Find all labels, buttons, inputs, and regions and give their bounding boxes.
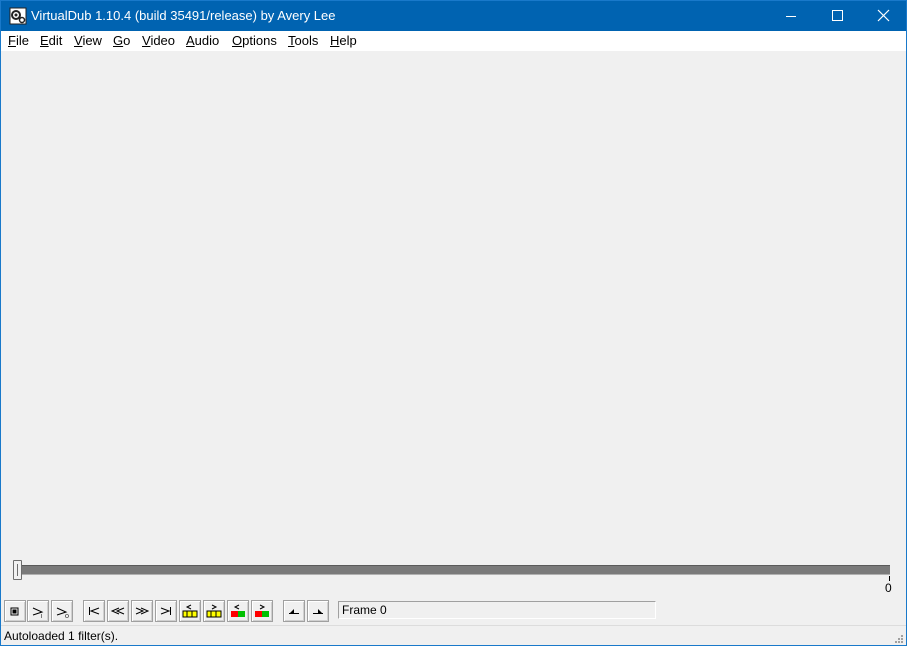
mark-out-button[interactable] [307, 600, 329, 622]
play-input-icon: I [32, 607, 44, 619]
menu-tools[interactable]: Tools [288, 33, 318, 48]
next-keyframe-icon [206, 604, 222, 618]
play-output-button[interactable]: O [51, 600, 73, 622]
menu-video[interactable]: Video [142, 33, 175, 48]
previous-keyframe-icon [182, 604, 198, 618]
svg-text:O: O [65, 614, 69, 619]
maximize-button[interactable] [814, 1, 860, 31]
resize-grip-icon[interactable] [894, 634, 904, 644]
previous-scene-icon [231, 604, 245, 617]
menu-file[interactable]: File [8, 33, 29, 48]
stop-button[interactable] [4, 600, 26, 622]
svg-text:I: I [41, 614, 42, 619]
timeline-position-label: 0 [885, 581, 892, 595]
window-title: VirtualDub 1.10.4 (build 35491/release) … [31, 8, 336, 23]
previous-scene-button[interactable] [227, 600, 249, 622]
previous-frame-button[interactable] [107, 600, 129, 622]
menu-view[interactable]: View [74, 33, 102, 48]
mark-in-button[interactable] [283, 600, 305, 622]
close-icon [877, 9, 890, 22]
next-keyframe-button[interactable] [203, 600, 225, 622]
menu-audio[interactable]: Audio [186, 33, 219, 48]
mark-out-icon [313, 609, 323, 614]
next-scene-button[interactable] [251, 600, 273, 622]
video-pane-area [1, 51, 906, 559]
menu-go[interactable]: Go [113, 33, 130, 48]
play-input-button[interactable]: I [27, 600, 49, 622]
timeline-track[interactable] [15, 565, 890, 575]
play-output-icon: O [56, 607, 69, 619]
app-gear-icon[interactable] [9, 7, 27, 25]
main-window: VirtualDub 1.10.4 (build 35491/release) … [0, 0, 907, 646]
previous-keyframe-button[interactable] [179, 600, 201, 622]
menu-options[interactable]: Options [232, 33, 277, 48]
go-end-button[interactable] [155, 600, 177, 622]
next-frame-button[interactable] [131, 600, 153, 622]
close-button[interactable] [860, 1, 906, 31]
go-end-icon [160, 607, 171, 615]
previous-frame-icon [110, 607, 125, 615]
mark-in-icon [289, 609, 299, 614]
menu-help[interactable]: Help [330, 33, 357, 48]
frame-indicator: Frame 0 [338, 601, 656, 619]
go-start-button[interactable] [83, 600, 105, 622]
minimize-icon [786, 16, 796, 17]
next-frame-icon [135, 607, 150, 615]
minimize-button[interactable] [768, 1, 814, 31]
menu-bar: File Edit View Go Video Audio Options To… [1, 31, 906, 51]
title-bar[interactable]: VirtualDub 1.10.4 (build 35491/release) … [1, 1, 906, 31]
status-text: Autoloaded 1 filter(s). [4, 629, 119, 643]
go-start-icon [89, 607, 100, 615]
maximize-icon [832, 10, 843, 21]
timeline-thumb[interactable] [13, 560, 22, 580]
menu-edit[interactable]: Edit [40, 33, 62, 48]
status-bar: Autoloaded 1 filter(s). [1, 625, 906, 645]
next-scene-icon [255, 604, 269, 617]
stop-icon [10, 607, 19, 616]
